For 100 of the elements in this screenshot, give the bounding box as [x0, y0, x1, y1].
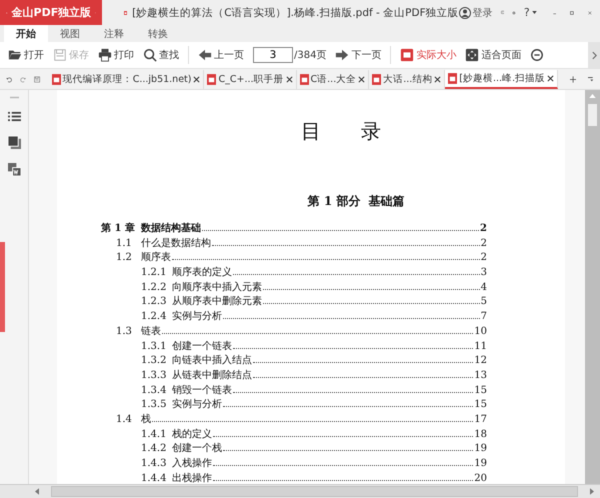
document-tab[interactable]: 现代编译原理：C...jb51.net)	[48, 70, 204, 88]
document-tab[interactable]: C语...大全	[296, 70, 370, 88]
close-icon[interactable]	[358, 76, 366, 82]
toc-number: 1.2.4	[141, 310, 168, 324]
toc-number: 1.4.2	[141, 442, 168, 456]
toc-title: 数据结构基础	[141, 222, 201, 236]
toolbar-button[interactable]: 上一页	[198, 48, 244, 62]
toc-title: 出栈操作	[172, 472, 212, 484]
ribbon-tab[interactable]: 视图	[48, 25, 92, 42]
close-icon[interactable]	[547, 74, 554, 82]
toc-page-number: 15	[474, 384, 487, 398]
vertical-scrollbar[interactable]	[585, 90, 600, 484]
toolbar-button[interactable]: 下一页	[335, 48, 382, 62]
toc-title: 什么是数据结构	[141, 236, 211, 251]
app-menu-button[interactable]: 金山PDF独立版	[0, 0, 102, 25]
toc-title: 链表	[141, 324, 161, 339]
toc-page-number: 2	[480, 222, 487, 236]
toc-title: 实例与分析	[172, 398, 222, 412]
save-icon	[53, 48, 67, 62]
actual-size-icon	[400, 48, 414, 62]
scroll-left-icon[interactable]	[35, 488, 39, 495]
tab-list-icon[interactable]	[588, 74, 594, 84]
toc-number: 1.2.1	[141, 266, 168, 280]
toolbar-button[interactable]: 实际大小	[400, 48, 456, 62]
scroll-thumb[interactable]	[588, 104, 597, 126]
pdf-file-icon	[448, 72, 458, 84]
toc-title: 从顺序表中删除元素	[172, 295, 262, 310]
toc-page-number: 19	[474, 442, 487, 456]
printer-icon	[98, 48, 112, 62]
list-icon[interactable]	[8, 111, 20, 122]
toc-page-number: 11	[474, 340, 487, 354]
toc-page-number: 2	[480, 251, 487, 266]
toc-title: 顺序表	[141, 251, 171, 266]
ribbon-tab[interactable]: 转换	[136, 25, 180, 42]
toc-title: 入栈操作	[172, 457, 212, 471]
toc-number: 1.2.2	[141, 280, 168, 295]
pdf-file-icon	[52, 74, 61, 84]
part-title: 基础篇	[368, 193, 404, 210]
zoom-out-icon[interactable]	[530, 48, 544, 62]
sidebar-handle[interactable]	[0, 242, 5, 332]
toc-number: 1.3.5	[141, 398, 168, 412]
toc-title: 向顺序表中插入元素	[172, 280, 262, 295]
toc-number: 1.1	[116, 236, 133, 251]
window-title: [妙趣横生的算法（C语言实现）].杨峰.扫描版.pdf - 金山PDF独立版	[132, 6, 459, 20]
toc-number: 1.4.4	[141, 472, 168, 484]
pages-icon[interactable]	[8, 136, 20, 149]
ribbon-tab[interactable]: 注释	[92, 25, 136, 42]
fit-page-icon	[465, 48, 480, 62]
toolbar-button[interactable]: 适合页面	[465, 48, 522, 62]
toc-page-number: 19	[474, 457, 487, 471]
toc-page-number: 17	[474, 412, 487, 427]
toc-number: 1.3.1	[141, 340, 168, 354]
page-number-field[interactable]: 3	[253, 47, 293, 63]
pdf-file-icon	[207, 74, 216, 84]
document-tab[interactable]: C_C+...职手册	[204, 70, 297, 88]
help-button[interactable]: ?	[524, 6, 537, 19]
toc-title: 从链表中删除结点	[172, 368, 252, 383]
pdf-file-icon	[300, 74, 309, 84]
scroll-right-button[interactable]	[588, 42, 600, 68]
toc-title: 销毁一个链表	[172, 384, 232, 398]
close-icon[interactable]	[434, 76, 442, 82]
toc-page-number: 18	[474, 428, 487, 442]
toc-number: 1.4	[116, 412, 133, 427]
toc-number: 1.4.1	[141, 428, 168, 442]
convert-to-word-icon[interactable]	[8, 163, 20, 176]
folder-icon	[8, 48, 22, 62]
toolbar-button[interactable]: 打印	[98, 48, 134, 62]
page-heading: 目 录	[300, 118, 382, 145]
chevron-right-icon	[592, 50, 596, 60]
document-tab[interactable]: [妙趣横...峰.扫描版	[445, 70, 558, 88]
toc-page-number: 7	[480, 310, 487, 324]
toc-number: 1.2	[116, 251, 133, 266]
toc-number: 1.3.3	[141, 368, 168, 383]
left-arrow-icon	[198, 48, 212, 62]
new-tab-icon[interactable]	[570, 74, 576, 84]
toc-page-number: 4	[480, 280, 487, 295]
toc-number: 1.3.4	[141, 384, 168, 398]
toc-page-number: 12	[474, 354, 487, 368]
toc-page-number: 5	[480, 295, 487, 310]
caret-icon	[532, 11, 537, 14]
toc-number: 1.3.2	[141, 354, 168, 368]
login-button[interactable]: 登录	[458, 6, 493, 20]
toc-page-number: 10	[474, 324, 487, 339]
search-icon	[143, 48, 157, 62]
close-icon[interactable]	[193, 76, 200, 82]
toolbar-button[interactable]: 查找	[143, 48, 179, 62]
toc-page-number: 20	[474, 472, 487, 484]
toc-title: 向链表中插入结点	[172, 354, 252, 368]
toc-page-number: 15	[474, 398, 487, 412]
ribbon-tab[interactable]: 开始	[4, 25, 48, 42]
toc-title: 栈	[141, 412, 151, 427]
save-icon[interactable]	[34, 74, 41, 84]
toolbar-button[interactable]: 打开	[8, 48, 44, 62]
toc-title: 创建一个链表	[172, 340, 232, 354]
close-icon[interactable]	[286, 76, 293, 82]
scroll-thumb[interactable]	[51, 486, 578, 497]
right-arrow-icon	[335, 48, 350, 62]
scroll-right-icon[interactable]	[590, 488, 594, 495]
toc-number: 第 1 章	[101, 222, 136, 236]
horizontal-scrollbar[interactable]	[0, 484, 600, 498]
